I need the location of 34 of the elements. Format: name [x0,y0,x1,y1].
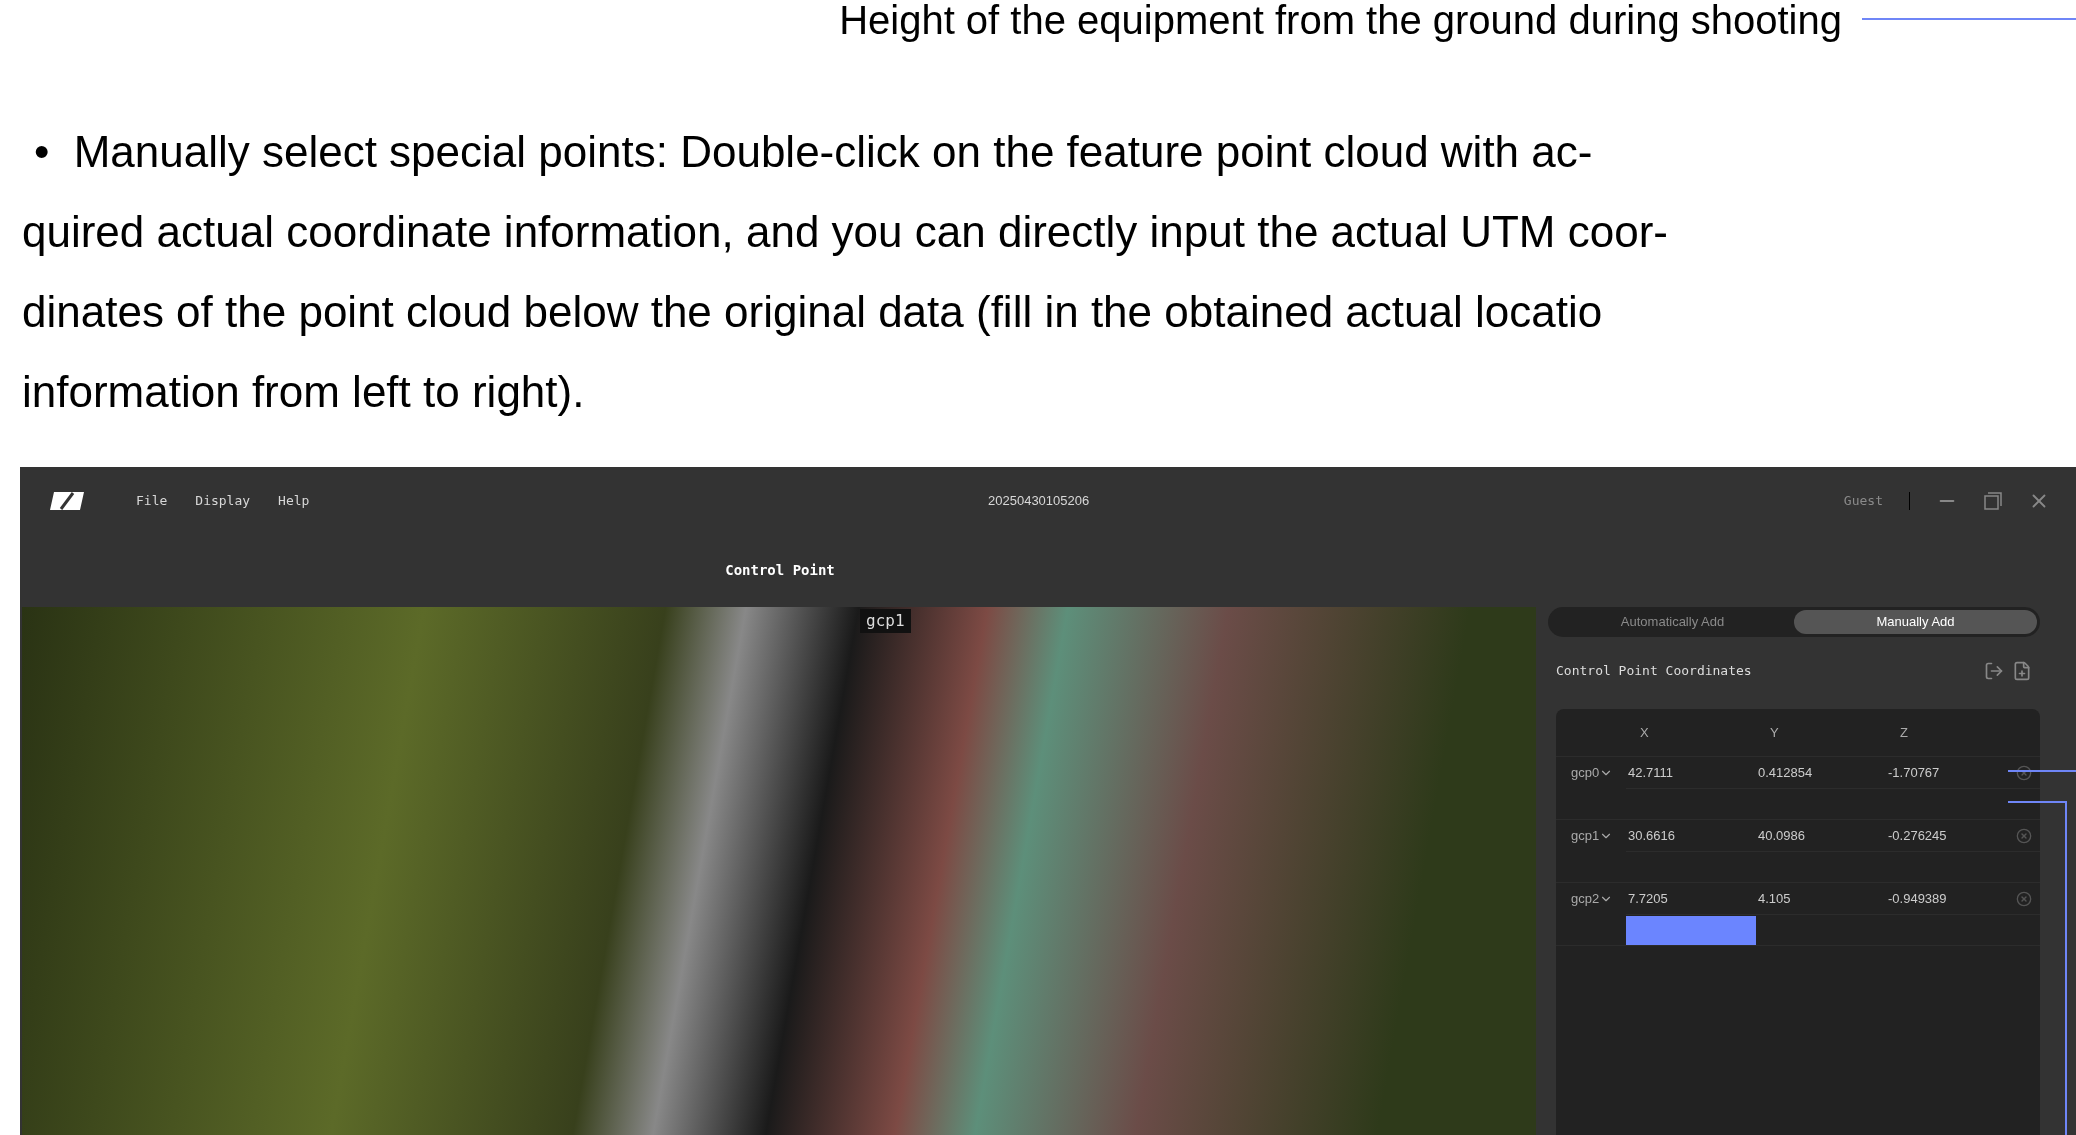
section-title: Control Point Coordinates [1556,662,1752,681]
table-cell[interactable]: -0.949389 [1886,888,2016,909]
table-cell[interactable]: 40.0986 [1756,825,1886,846]
user-name[interactable]: Guest [1843,490,1883,511]
table-cell[interactable]: 30.6616 [1626,825,1756,846]
column-header: Y [1769,723,1780,742]
add-file-icon[interactable] [2012,661,2032,681]
export-icon[interactable] [1984,661,2004,681]
menu-item[interactable]: File [136,490,168,511]
table-cell[interactable]: 4.105 [1756,888,1886,909]
menu-item[interactable]: Help [278,490,310,511]
point-name[interactable]: gcp0 [1571,762,1614,783]
point-label: gcp1 [860,609,911,633]
delete-icon[interactable] [2016,890,2032,907]
logo-icon [50,491,84,510]
point-name[interactable]: gcp1 [1571,825,1614,846]
table-cell[interactable]: 42.7111 [1626,762,1756,783]
delete-icon[interactable] [2016,764,2032,781]
column-header: Z [1899,723,1909,742]
mode-tab[interactable]: Automatically Add [1551,610,1794,634]
table-cell[interactable]: -1.70767 [1886,762,2016,783]
paragraph: • Manually select special points: Double-click on the feature point cloud with ac- quired actual coordinate information, and you can directly input the actual UTM coor- dinates of the point cloud below the original data (fill in the obtained actual locatio information from left to right). [22,126,1669,418]
column-header: X [1639,723,1650,742]
table-cell[interactable]: 7.7205 [1626,888,1756,909]
restore-icon[interactable] [1984,491,2002,510]
caption: Height of the equipment from the ground during shooting [839,0,1842,44]
window-title: 20250430105206 [988,491,1090,510]
table-cell[interactable]: 0.412854 [1756,762,1886,783]
table-cell[interactable]: -0.276245 [1886,825,2016,846]
mode-tab[interactable]: Manually Add [1794,610,2037,634]
point-name[interactable]: gcp2 [1571,888,1614,909]
panel-title: Control Point [725,561,835,580]
delete-icon[interactable] [2016,827,2032,844]
menu-item[interactable]: Display [195,490,251,511]
